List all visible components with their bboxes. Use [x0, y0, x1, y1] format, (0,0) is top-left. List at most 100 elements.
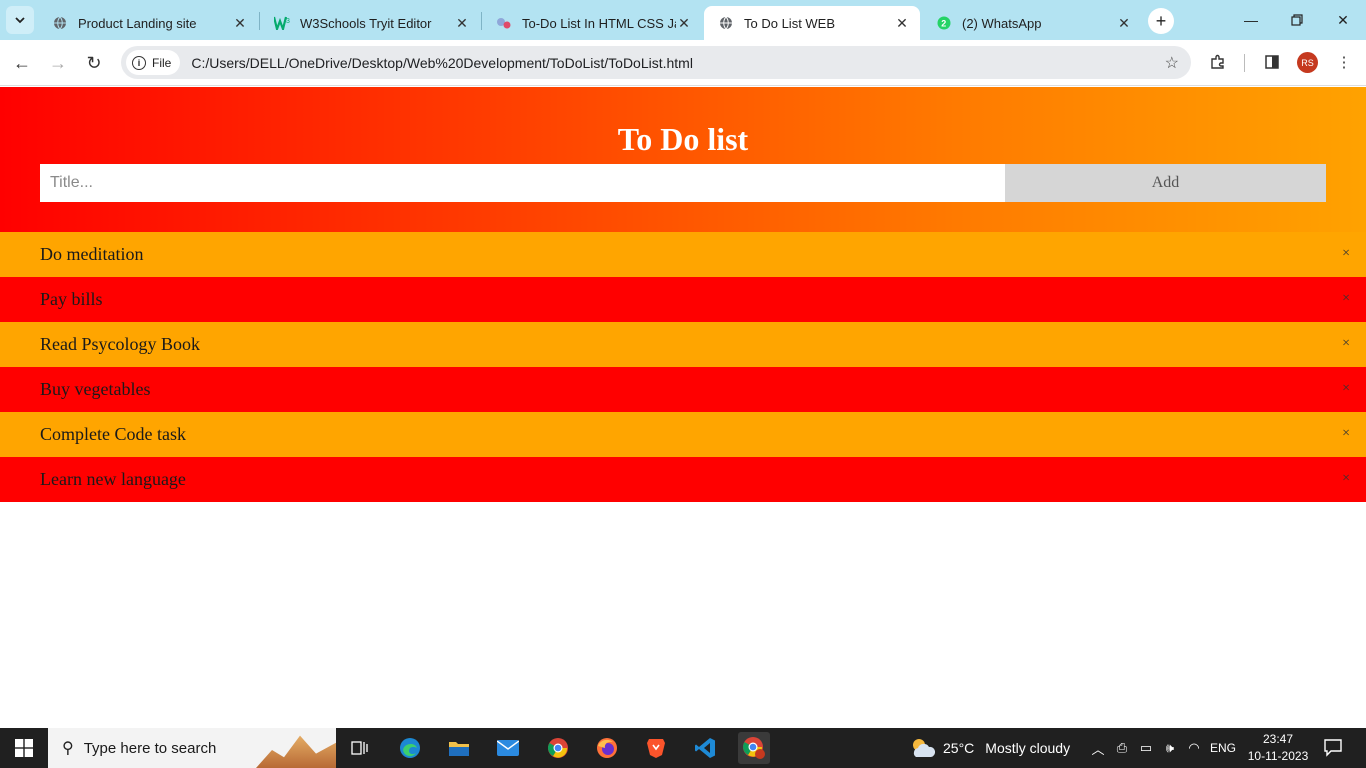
edge-icon: [400, 738, 420, 758]
tab-search-button[interactable]: [6, 6, 34, 34]
menu-button[interactable]: ⋮: [1332, 50, 1356, 74]
tab-title: W3Schools Tryit Editor: [300, 15, 432, 31]
bookmark-star-icon[interactable]: ☆: [1165, 53, 1179, 73]
new-tab-button[interactable]: +: [1148, 8, 1174, 34]
close-icon[interactable]: ×: [1342, 381, 1350, 397]
clock-date: 10-11-2023: [1247, 749, 1309, 763]
toolbar-divider: [1244, 54, 1245, 72]
close-icon[interactable]: ×: [1342, 291, 1350, 307]
extensions-button[interactable]: [1206, 50, 1230, 74]
firefox-app[interactable]: [591, 732, 623, 764]
weather-temperature: 25°C: [943, 740, 975, 756]
taskbar: ⚲ Type here to search 25°C Mostly cloudy…: [0, 728, 1366, 768]
profile-avatar[interactable]: RS: [1297, 52, 1318, 73]
svg-text:3: 3: [286, 18, 290, 25]
task-view-button[interactable]: [344, 732, 376, 764]
close-tab-icon[interactable]: ✕: [676, 15, 692, 31]
weather-widget[interactable]: 25°C Mostly cloudy: [910, 728, 1070, 768]
todo-text: Do meditation: [40, 244, 144, 264]
tab-whatsapp[interactable]: 2 (2) WhatsApp ✕: [922, 6, 1142, 40]
svg-text:2: 2: [941, 19, 946, 29]
file-explorer-app[interactable]: [443, 732, 475, 764]
close-icon[interactable]: ×: [1342, 246, 1350, 262]
restore-button[interactable]: [1284, 8, 1310, 32]
tab-todo-list-web[interactable]: To Do List WEB ✕: [704, 6, 920, 40]
more-vertical-icon: ⋮: [1336, 54, 1352, 71]
minimize-button[interactable]: —: [1238, 8, 1264, 32]
search-placeholder: Type here to search: [83, 739, 217, 757]
search-icon: ⚲: [62, 740, 74, 757]
windows-logo-icon: [15, 739, 33, 757]
todo-item[interactable]: Read Psycology Book ×: [0, 322, 1366, 367]
close-tab-icon[interactable]: ✕: [894, 15, 910, 31]
todo-text: Buy vegetables: [40, 379, 151, 399]
close-tab-icon[interactable]: ✕: [1116, 15, 1132, 31]
taskbar-search[interactable]: ⚲ Type here to search: [48, 728, 336, 768]
chrome-profile-app[interactable]: [738, 732, 770, 764]
address-bar[interactable]: i File C:/Users/DELL/OneDrive/Desktop/We…: [121, 46, 1191, 79]
edge-app[interactable]: [394, 732, 426, 764]
notification-icon: [1324, 739, 1342, 757]
info-icon: i: [132, 55, 146, 70]
language-indicator[interactable]: ENG: [1210, 741, 1236, 755]
battery-icon[interactable]: ▭: [1134, 740, 1158, 756]
clock[interactable]: 23:47 10-11-2023: [1246, 731, 1310, 765]
todo-text: Pay bills: [40, 289, 103, 309]
add-button[interactable]: Add: [1005, 164, 1326, 202]
tab-title: To-Do List In HTML CSS Jav: [522, 15, 676, 31]
todo-item[interactable]: Learn new language ×: [0, 457, 1366, 502]
todo-text: Complete Code task: [40, 424, 186, 444]
start-button[interactable]: [0, 728, 48, 768]
mail-app[interactable]: [492, 732, 524, 764]
side-panel-icon: [1265, 55, 1279, 69]
todo-list: Do meditation × Pay bills × Read Psycolo…: [0, 232, 1366, 502]
close-tab-icon[interactable]: ✕: [454, 15, 470, 31]
volume-icon[interactable]: 🕪: [1158, 740, 1182, 756]
page-content: To Do list Add Do meditation × Pay bills…: [0, 87, 1366, 728]
reload-button[interactable]: ↻: [80, 49, 108, 77]
chrome-app[interactable]: [542, 732, 574, 764]
close-icon[interactable]: ×: [1342, 426, 1350, 442]
brave-app[interactable]: [640, 732, 672, 764]
back-button[interactable]: ←: [8, 49, 36, 77]
tab-title: Product Landing site: [78, 15, 197, 31]
tab-title: (2) WhatsApp: [962, 15, 1042, 31]
meet-now-icon[interactable]: ⎙: [1110, 740, 1134, 756]
page-title: To Do list: [617, 121, 749, 157]
system-tray: ︿ ⎙ ▭ 🕪 ◠ ENG: [1090, 728, 1236, 768]
todo-item[interactable]: Complete Code task ×: [0, 412, 1366, 457]
url-text[interactable]: C:/Users/DELL/OneDrive/Desktop/Web%20Dev…: [191, 55, 693, 71]
todo-item[interactable]: Buy vegetables ×: [0, 367, 1366, 412]
firefox-icon: [597, 738, 617, 758]
site-info-label: File: [152, 55, 172, 70]
close-icon[interactable]: ×: [1342, 336, 1350, 352]
close-tab-icon[interactable]: ✕: [232, 15, 248, 31]
site-info-chip[interactable]: i File: [126, 50, 181, 75]
tab-w3schools[interactable]: 3 W3Schools Tryit Editor ✕: [260, 6, 480, 40]
todo-title-input[interactable]: [40, 164, 1005, 202]
notifications-button[interactable]: [1323, 737, 1343, 757]
search-highlight-image: [256, 735, 336, 768]
puzzle-icon: [1211, 54, 1224, 69]
vscode-icon: [695, 738, 715, 758]
close-icon[interactable]: ×: [1342, 471, 1350, 487]
mail-icon: [497, 740, 519, 756]
chrome-icon: [548, 738, 568, 758]
forward-button[interactable]: →: [44, 49, 72, 77]
tab-todo-tutorial[interactable]: To-Do List In HTML CSS Jav ✕: [482, 6, 702, 40]
chevron-up-icon[interactable]: ︿: [1090, 739, 1106, 758]
todo-item[interactable]: Do meditation ×: [0, 232, 1366, 277]
close-window-button[interactable]: ✕: [1330, 8, 1356, 32]
plus-icon: +: [1155, 10, 1167, 31]
wifi-icon[interactable]: ◠: [1182, 740, 1206, 756]
task-view-icon: [351, 741, 368, 755]
folder-icon: [449, 742, 469, 756]
vscode-app[interactable]: [689, 732, 721, 764]
tab-title: To Do List WEB: [744, 15, 836, 31]
tab-product-landing[interactable]: Product Landing site ✕: [38, 6, 258, 40]
globe-icon: [52, 15, 68, 31]
tutorial-site-icon: [496, 15, 512, 31]
side-panel-button[interactable]: [1260, 50, 1284, 74]
globe-icon: [718, 15, 734, 31]
todo-item[interactable]: Pay bills ×: [0, 277, 1366, 322]
